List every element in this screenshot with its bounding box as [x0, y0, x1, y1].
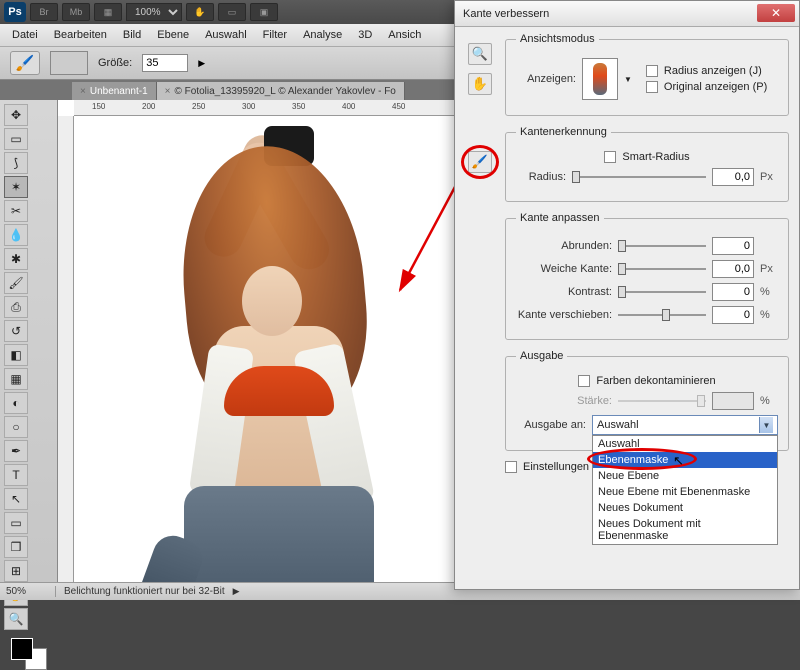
blur-tool[interactable]: ◐: [4, 392, 28, 414]
current-tool-icon[interactable]: 🖌️: [10, 51, 40, 75]
color-swatch[interactable]: [11, 638, 47, 670]
show-original-check[interactable]: [646, 81, 658, 93]
lasso-tool[interactable]: ⟆: [4, 152, 28, 174]
mb-button[interactable]: Mb: [62, 3, 90, 21]
output-select[interactable]: Auswahl ▼ Auswahl Ebenenmaske↖ Neue Eben…: [592, 415, 778, 435]
shift-slider[interactable]: [618, 308, 706, 322]
amount-input: [712, 392, 754, 410]
brush-preview[interactable]: [50, 51, 88, 75]
show-radius-check[interactable]: [646, 65, 658, 77]
tab-fotolia[interactable]: ×© Fotolia_13395920_L © Alexander Yakovl…: [157, 82, 405, 100]
output-dropdown: Auswahl Ebenenmaske↖ Neue Ebene Neue Ebe…: [592, 435, 778, 545]
menu-datei[interactable]: Datei: [4, 26, 46, 44]
move-tool[interactable]: ✥: [4, 104, 28, 126]
crop-tool[interactable]: ✂: [4, 200, 28, 222]
opt-neues-dokument-maske[interactable]: Neues Dokument mit Ebenenmaske: [593, 516, 777, 544]
menu-ebene[interactable]: Ebene: [149, 26, 197, 44]
smooth-slider[interactable]: [618, 239, 706, 253]
image-content: [84, 116, 464, 582]
view-tb-icon[interactable]: ▭: [218, 3, 246, 21]
feather-input[interactable]: [712, 260, 754, 278]
zoom-display[interactable]: 50%: [6, 586, 56, 597]
close-button[interactable]: ✕: [757, 4, 795, 22]
menu-bild[interactable]: Bild: [115, 26, 149, 44]
zoom-icon[interactable]: 🔍: [468, 43, 492, 65]
cursor-icon: ↖: [673, 453, 684, 469]
status-msg: Belichtung funktioniert nur bei 32-Bit: [64, 586, 225, 597]
size-arrow-icon[interactable]: ▶: [198, 58, 205, 69]
contrast-slider[interactable]: [618, 285, 706, 299]
annotation-circle: [461, 145, 499, 179]
history-tool[interactable]: ↺: [4, 320, 28, 342]
opt-neues-dokument[interactable]: Neues Dokument: [593, 500, 777, 516]
path-tool[interactable]: ↖: [4, 488, 28, 510]
opt-ebenenmaske[interactable]: Ebenenmaske↖: [593, 452, 777, 468]
stamp-tool[interactable]: ⎙: [4, 296, 28, 318]
decon-check[interactable]: [578, 375, 590, 387]
layout-button[interactable]: ▦: [94, 3, 122, 21]
gradient-tool[interactable]: ▦: [4, 368, 28, 390]
chevron-down-icon: ▼: [759, 417, 773, 433]
view-thumb[interactable]: [582, 58, 618, 100]
3d-tool[interactable]: ❒: [4, 536, 28, 558]
size-label: Größe:: [98, 57, 132, 69]
size-input[interactable]: [142, 54, 188, 72]
smart-radius-check[interactable]: [604, 151, 616, 163]
screen-tb-icon[interactable]: ▣: [250, 3, 278, 21]
dialog-titlebar[interactable]: Kante verbessern ✕: [455, 1, 799, 27]
menu-filter[interactable]: Filter: [255, 26, 295, 44]
eyedropper-tool[interactable]: 💧: [4, 224, 28, 246]
output-group: Ausgabe Farben dekontaminieren Stärke:% …: [505, 350, 789, 451]
menu-bearbeiten[interactable]: Bearbeiten: [46, 26, 115, 44]
heal-tool[interactable]: ✱: [4, 248, 28, 270]
brush-tool[interactable]: 🖌: [4, 272, 28, 294]
radius-slider[interactable]: [572, 170, 706, 184]
ps-logo: Ps: [4, 2, 26, 22]
dodge-tool[interactable]: ○: [4, 416, 28, 438]
edge-detect-group: Kantenerkennung Smart-Radius Radius:Px: [505, 126, 789, 202]
radius-input[interactable]: [712, 168, 754, 186]
menu-3d[interactable]: 3D: [350, 26, 380, 44]
eraser-tool[interactable]: ◧: [4, 344, 28, 366]
opt-neue-ebene-maske[interactable]: Neue Ebene mit Ebenenmaske: [593, 484, 777, 500]
hand-tb-icon[interactable]: ✋: [186, 3, 214, 21]
adjust-edge-group: Kante anpassen Abrunden: Weiche Kante:Px…: [505, 212, 789, 340]
refine-brush-icon[interactable]: 🖌️: [468, 151, 492, 173]
dialog-title: Kante verbessern: [463, 8, 549, 20]
refine-edge-dialog: Kante verbessern ✕ 🔍 ✋ 🖌️ Ansichtsmodus …: [454, 0, 800, 590]
menu-analyse[interactable]: Analyse: [295, 26, 350, 44]
marquee-tool[interactable]: ▭: [4, 128, 28, 150]
ruler-vertical: [58, 116, 74, 582]
menu-ansicht[interactable]: Ansich: [380, 26, 429, 44]
opt-auswahl[interactable]: Auswahl: [593, 436, 777, 452]
hand-icon[interactable]: ✋: [468, 73, 492, 95]
cam-tool[interactable]: ⊞: [4, 560, 28, 582]
tools-panel: ✥ ▭ ⟆ ✶ ✂ 💧 ✱ 🖌 ⎙ ↺ ◧ ▦ ◐ ○ ✒ T ↖ ▭ ❒ ⊞ …: [0, 100, 58, 582]
pen-tool[interactable]: ✒: [4, 440, 28, 462]
menu-auswahl[interactable]: Auswahl: [197, 26, 255, 44]
opt-neue-ebene[interactable]: Neue Ebene: [593, 468, 777, 484]
tab-unbenannt[interactable]: ×Unbenannt-1: [72, 82, 157, 100]
type-tool[interactable]: T: [4, 464, 28, 486]
zoom-select[interactable]: 100%: [126, 3, 182, 21]
br-button[interactable]: Br: [30, 3, 58, 21]
feather-slider[interactable]: [618, 262, 706, 276]
contrast-input[interactable]: [712, 283, 754, 301]
quick-select-tool[interactable]: ✶: [4, 176, 28, 198]
view-mode-group: Ansichtsmodus Anzeigen: ▼ Radius anzeige…: [505, 33, 789, 116]
shift-input[interactable]: [712, 306, 754, 324]
amount-slider: [618, 394, 706, 408]
zoom-tool[interactable]: 🔍: [4, 608, 28, 630]
remember-check[interactable]: [505, 461, 517, 473]
smooth-input[interactable]: [712, 237, 754, 255]
shape-tool[interactable]: ▭: [4, 512, 28, 534]
